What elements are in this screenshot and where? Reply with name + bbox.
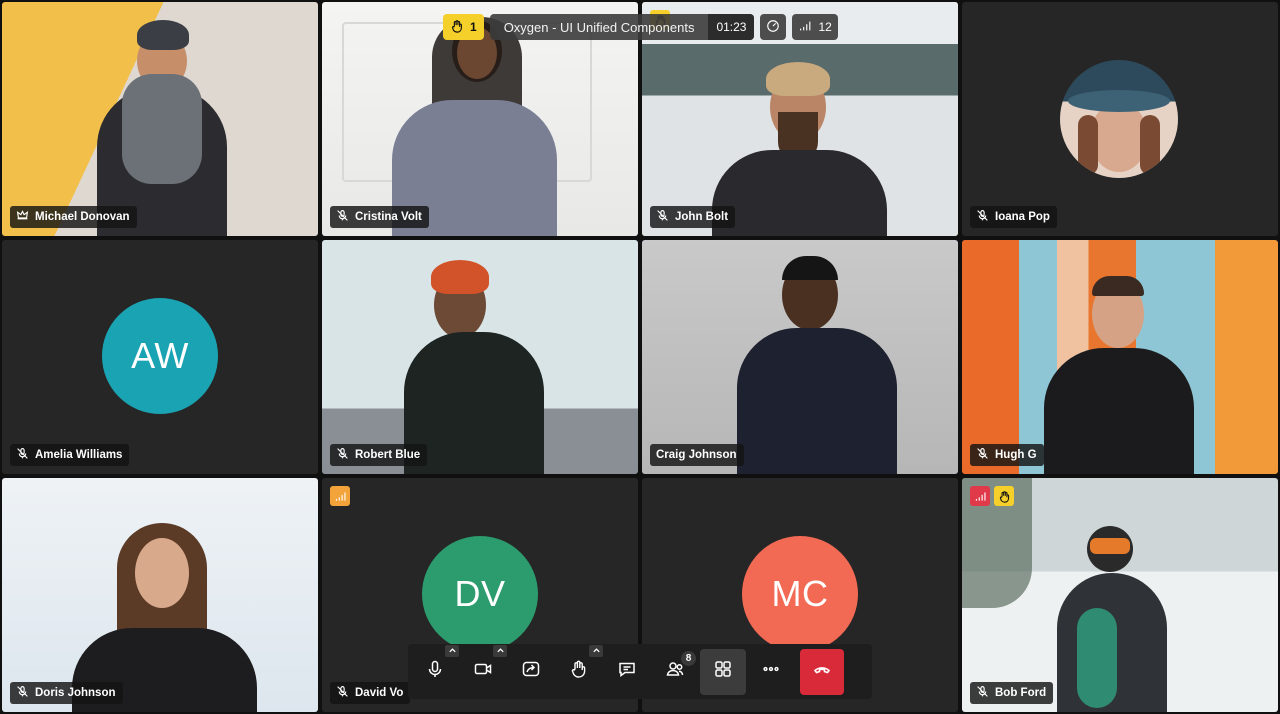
participant-tile-doris-johnson[interactable]: Doris Johnson bbox=[2, 478, 318, 712]
participant-tile-hugh-g[interactable]: Hugh G bbox=[962, 240, 1278, 474]
participant-name: David Vo bbox=[355, 687, 404, 699]
meeting-toolbar: 8 bbox=[408, 644, 872, 699]
participant-name: Ioana Pop bbox=[995, 211, 1050, 223]
gauge-icon bbox=[766, 19, 780, 36]
signal-bars-icon bbox=[798, 19, 812, 36]
meeting-title: Oxygen - UI Unified Components bbox=[503, 19, 695, 35]
share-screen-button[interactable] bbox=[508, 649, 554, 695]
participants-count: 12 bbox=[818, 20, 832, 34]
raise-hand-icon bbox=[569, 659, 589, 684]
participant-name: Hugh G bbox=[995, 449, 1037, 461]
participant-video bbox=[322, 240, 638, 474]
reactions-options-caret[interactable] bbox=[589, 644, 603, 657]
meeting-header: 1 Oxygen - UI Unified Components 01:23 1… bbox=[443, 14, 838, 40]
hang-up-button[interactable] bbox=[800, 648, 844, 695]
participant-name-tag: Michael Donovan bbox=[10, 206, 137, 228]
mic-muted-icon bbox=[336, 685, 349, 701]
mic-muted-icon bbox=[976, 447, 989, 463]
participant-tile-amelia-williams[interactable]: AW Amelia Williams bbox=[2, 240, 318, 474]
more-options-button[interactable] bbox=[748, 649, 794, 695]
participant-name: Craig Johnson bbox=[656, 449, 737, 461]
microphone-icon bbox=[425, 659, 445, 684]
phone-hangup-icon bbox=[812, 659, 832, 684]
participant-name: Robert Blue bbox=[355, 449, 421, 461]
more-dots-icon bbox=[761, 659, 781, 684]
layout-button[interactable] bbox=[700, 648, 746, 695]
participant-name: John Bolt bbox=[675, 211, 729, 223]
chat-icon bbox=[617, 659, 637, 684]
microphone-button[interactable] bbox=[412, 644, 459, 695]
mic-muted-icon bbox=[336, 447, 349, 463]
participant-name-tag: Craig Johnson bbox=[650, 444, 744, 466]
raised-hands-button[interactable]: 1 bbox=[443, 14, 484, 40]
participant-name-tag: Amelia Williams bbox=[10, 444, 130, 466]
mic-muted-icon bbox=[656, 209, 669, 225]
participant-video bbox=[2, 2, 318, 236]
participants-badge: 8 bbox=[681, 650, 696, 666]
participant-avatar: AW bbox=[102, 298, 218, 414]
participant-tile-bob-ford[interactable]: Bob Ford bbox=[962, 478, 1278, 712]
participant-name-tag: Cristina Volt bbox=[330, 206, 429, 228]
participant-name-tag: Ioana Pop bbox=[970, 206, 1057, 228]
participant-avatar-photo bbox=[1060, 60, 1178, 178]
participant-video bbox=[962, 240, 1278, 474]
camera-button[interactable] bbox=[460, 644, 507, 695]
mic-muted-icon bbox=[976, 209, 989, 225]
camera-options-caret[interactable] bbox=[493, 644, 507, 657]
participant-name-tag: Hugh G bbox=[970, 444, 1044, 466]
host-crown-icon bbox=[16, 209, 29, 225]
raised-hand-indicator bbox=[994, 486, 1014, 506]
camera-icon bbox=[473, 659, 493, 684]
performance-button[interactable] bbox=[760, 14, 787, 40]
mic-muted-icon bbox=[976, 685, 989, 701]
mic-muted-icon bbox=[16, 447, 29, 463]
participant-name-tag: Doris Johnson bbox=[10, 682, 123, 704]
participant-name-tag: Robert Blue bbox=[330, 444, 428, 466]
participant-tile-robert-blue[interactable]: Robert Blue bbox=[322, 240, 638, 474]
participants-button[interactable]: 8 bbox=[652, 649, 698, 695]
participant-tile-michael-donovan[interactable]: Michael Donovan bbox=[2, 2, 318, 236]
participant-name: Bob Ford bbox=[995, 687, 1047, 699]
mic-muted-icon bbox=[16, 685, 29, 701]
participant-video bbox=[962, 478, 1278, 712]
participant-name: Michael Donovan bbox=[35, 211, 130, 223]
grid-layout-icon bbox=[713, 659, 733, 684]
participant-video bbox=[2, 478, 318, 712]
share-screen-icon bbox=[521, 659, 541, 684]
participant-avatar: MC bbox=[742, 536, 858, 652]
participant-video bbox=[642, 240, 958, 474]
participant-tile-ioana-pop[interactable]: Ioana Pop bbox=[962, 2, 1278, 236]
chat-button[interactable] bbox=[604, 649, 650, 695]
participant-name-tag: David Vo bbox=[330, 682, 411, 704]
microphone-options-caret[interactable] bbox=[445, 644, 459, 657]
participant-name-tag: Bob Ford bbox=[970, 682, 1054, 704]
raise-hand-icon bbox=[450, 19, 464, 36]
participant-avatar: DV bbox=[422, 536, 538, 652]
participant-name: Cristina Volt bbox=[355, 211, 422, 223]
weak-connection-indicator bbox=[330, 486, 350, 506]
raise-hand-button[interactable] bbox=[556, 644, 603, 695]
meeting-title-pill: Oxygen - UI Unified Components 01:23 bbox=[489, 14, 755, 40]
participant-name: Doris Johnson bbox=[35, 687, 116, 699]
poor-connection-indicator bbox=[970, 486, 990, 506]
participant-name-tag: John Bolt bbox=[650, 206, 736, 228]
meeting-timer: 01:23 bbox=[708, 14, 755, 40]
mic-muted-icon bbox=[336, 209, 349, 225]
participant-name: Amelia Williams bbox=[35, 449, 123, 461]
participant-grid: Michael Donovan Cristina Volt John Bolt … bbox=[2, 2, 1278, 712]
raised-hands-count: 1 bbox=[470, 20, 477, 34]
participant-tile-craig-johnson[interactable]: Craig Johnson bbox=[642, 240, 958, 474]
participants-stats-button[interactable]: 12 bbox=[792, 14, 838, 40]
